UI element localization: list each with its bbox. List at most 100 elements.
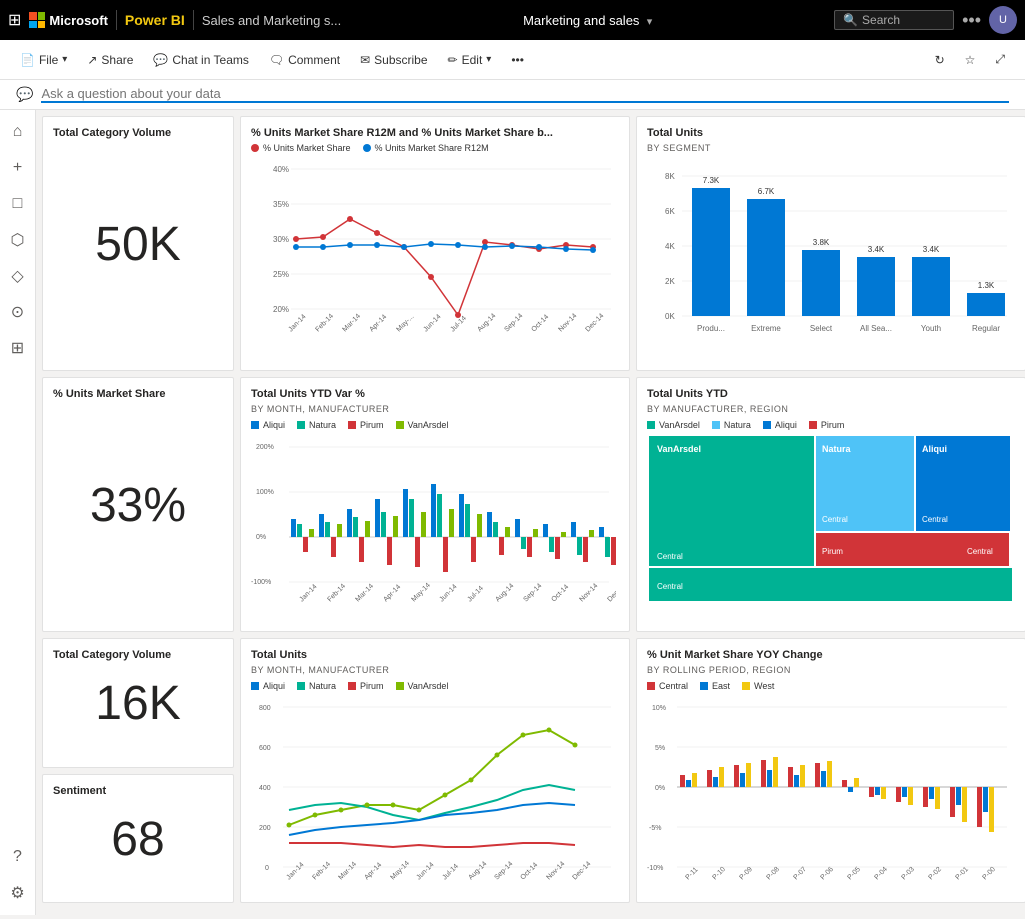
legend-label: % Units Market Share — [263, 143, 351, 153]
card-value: 50K — [53, 143, 223, 346]
comment-icon: 🗨 — [269, 53, 284, 67]
chevron-down-icon[interactable]: ▾ — [647, 16, 653, 28]
search-box[interactable]: 🔍 Search — [834, 10, 954, 30]
bar-produ — [692, 188, 730, 316]
qa-icon: 💬 — [16, 86, 33, 103]
card-sentiment: Sentiment 68 — [42, 774, 234, 904]
bar-youth — [912, 257, 950, 316]
ms-squares — [29, 12, 45, 28]
svg-text:600: 600 — [259, 745, 271, 752]
legend-dot-red — [251, 144, 259, 152]
fullscreen-icon: ⤢ — [995, 52, 1005, 67]
subscribe-button[interactable]: ✉ Subscribe — [352, 49, 435, 71]
line-chart-title: % Units Market Share R12M and % Units Ma… — [251, 127, 619, 139]
li-vanarsdel2: VanArsdel — [647, 420, 700, 430]
svg-text:P-07: P-07 — [792, 866, 807, 881]
qa-input[interactable] — [41, 86, 1009, 103]
bar-chart-title: Total Units — [647, 127, 1015, 139]
sidebar-add-icon[interactable]: + — [4, 154, 32, 182]
svg-text:Aliqui: Aliqui — [922, 444, 947, 454]
ellipsis-icon[interactable]: ••• — [962, 10, 981, 31]
bar-group-apr — [375, 499, 398, 565]
card-ytd-region: Total Units YTD BY MANUFACTURER, REGION … — [636, 377, 1025, 632]
svg-text:200%: 200% — [256, 444, 274, 451]
comment-button[interactable]: 🗨 Comment — [261, 49, 348, 71]
svg-text:Central: Central — [967, 547, 993, 556]
ls-natura — [297, 421, 305, 429]
share-button[interactable]: ↗ Share — [79, 49, 141, 71]
svg-text:Feb-14: Feb-14 — [314, 313, 335, 334]
svg-text:Oct-14: Oct-14 — [550, 584, 570, 604]
svg-text:Dec-14: Dec-14 — [584, 312, 605, 333]
report-name: Sales and Marketing s... — [202, 13, 341, 28]
ll-natura3: Natura — [309, 681, 336, 691]
svg-text:0%: 0% — [655, 785, 665, 792]
divider2 — [193, 10, 194, 30]
sidebar-model-icon[interactable]: ◇ — [4, 262, 32, 290]
refresh-button[interactable]: ↻ — [927, 49, 953, 71]
sidebar-home-icon[interactable]: ⌂ — [4, 118, 32, 146]
main-layout: ⌂ + □ ⬡ ◇ ⊙ ⊞ ? ⚙ Total Category Volume … — [0, 110, 1025, 915]
svg-text:Dec-14: Dec-14 — [571, 860, 592, 881]
svg-text:6K: 6K — [665, 207, 675, 216]
ytd-var-title: Total Units YTD Var % — [251, 388, 619, 400]
sidebar-ai-icon[interactable]: ⊙ — [4, 298, 32, 326]
avatar[interactable]: U — [989, 6, 1017, 34]
svg-text:Nov-14: Nov-14 — [578, 582, 599, 603]
svg-text:200: 200 — [259, 825, 271, 832]
li-natura3: Natura — [297, 681, 336, 691]
card-title: Sentiment — [53, 785, 223, 797]
bar-group-sep — [515, 519, 538, 557]
svg-text:5%: 5% — [655, 745, 665, 752]
share-icon: ↗ — [87, 53, 97, 67]
treemap-vanarsdel-bottom — [649, 568, 1012, 601]
powerbi-logo: Power BI — [125, 12, 185, 28]
qa-bar: 💬 — [0, 80, 1025, 110]
bar-chart-subtitle: BY SEGMENT — [647, 143, 1015, 153]
sidebar-data-icon[interactable]: ⬡ — [4, 226, 32, 254]
legend-item: % Units Market Share — [251, 143, 351, 153]
li-aliqui3: Aliqui — [251, 681, 285, 691]
ll-natura: Natura — [309, 420, 336, 430]
edit-button[interactable]: ✏ Edit ▾ — [440, 49, 500, 71]
treemap-svg: VanArsdel Central Natura Central Aliqui … — [647, 434, 1012, 604]
svg-text:100%: 100% — [256, 489, 274, 496]
ls-natura3 — [297, 682, 305, 690]
svg-text:P-03: P-03 — [900, 866, 915, 881]
svg-text:May-...: May-... — [395, 313, 415, 333]
li-pirum2: Pirum — [809, 420, 845, 430]
sidebar-report-icon[interactable]: □ — [4, 190, 32, 218]
ytd-var-svg: 200% 100% 0% -100% — [251, 434, 616, 609]
fullscreen-button[interactable]: ⤢ — [987, 48, 1013, 71]
chat-button[interactable]: 💬 Chat in Teams — [145, 49, 256, 71]
ll-vanarsdel: VanArsdel — [408, 420, 449, 430]
more-button[interactable]: ••• — [503, 49, 532, 71]
svg-text:Oct-14: Oct-14 — [519, 862, 539, 882]
center-title-area: Marketing and sales ▾ — [349, 13, 826, 28]
sidebar-learn-icon[interactable]: ? — [4, 843, 32, 871]
sidebar-settings-icon[interactable]: ⚙ — [4, 879, 32, 907]
left-col-row3: Total Category Volume 16K Sentiment 68 — [42, 638, 234, 903]
legend-dot-blue — [363, 144, 371, 152]
card-value: 68 — [53, 801, 223, 879]
svg-text:Natura: Natura — [822, 444, 852, 454]
svg-text:Produ...: Produ... — [697, 324, 725, 333]
svg-text:P-04: P-04 — [873, 866, 888, 881]
svg-text:-100%: -100% — [251, 579, 271, 586]
svg-text:40%: 40% — [273, 165, 289, 174]
svg-text:35%: 35% — [273, 200, 289, 209]
waffle-icon[interactable]: ⊞ — [8, 10, 21, 30]
svg-text:7.3K: 7.3K — [703, 176, 720, 185]
bar-group-aug — [487, 512, 510, 555]
ms-text: Microsoft — [49, 13, 108, 28]
svg-text:Oct-14: Oct-14 — [530, 314, 550, 334]
svg-text:Apr-14: Apr-14 — [368, 314, 388, 334]
file-button[interactable]: 📄 File ▾ — [12, 49, 75, 71]
ls-vanarsdel3 — [396, 682, 404, 690]
ls-vanarsdel — [396, 421, 404, 429]
file-label: File — [39, 53, 58, 67]
ls-aliqui — [251, 421, 259, 429]
svg-text:Feb-14: Feb-14 — [311, 861, 332, 882]
bookmark-button[interactable]: ☆ — [957, 49, 984, 71]
sidebar-apps-icon[interactable]: ⊞ — [4, 334, 32, 362]
